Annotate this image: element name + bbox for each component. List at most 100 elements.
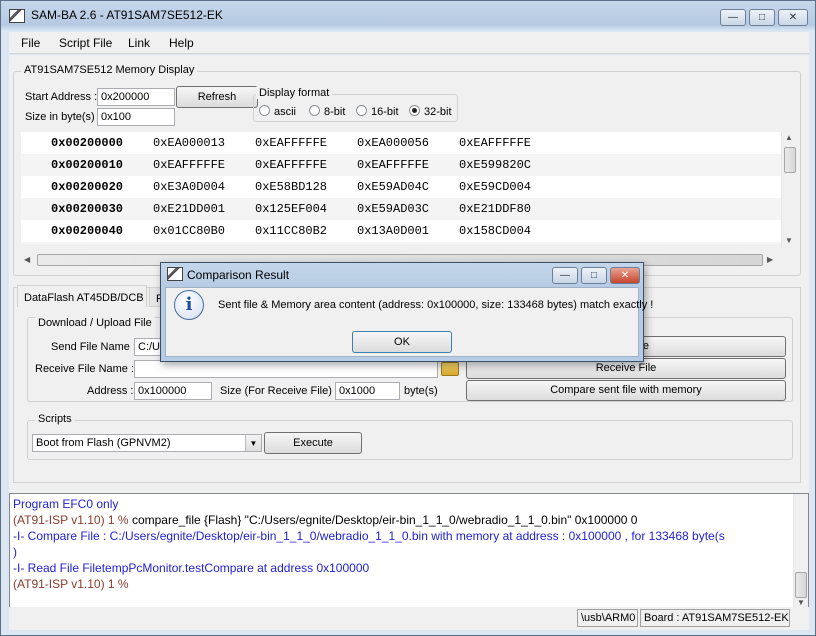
console-output[interactable]: Program EFC0 only (AT91-ISP v1.10) 1 % c…: [9, 493, 809, 611]
memory-row: 0x00200000 0xEA000013 0xEAFFFFFE 0xEA000056…: [21, 132, 781, 154]
minimize-button[interactable]: —: [720, 9, 746, 26]
radio-32bit[interactable]: [409, 105, 420, 116]
menu-script-file[interactable]: Script File: [59, 36, 112, 50]
format-16bit[interactable]: 16-bit: [356, 105, 399, 118]
memory-address: 0x00200000: [51, 136, 124, 150]
memory-cell[interactable]: 0xE59AD04C: [357, 176, 429, 198]
dialog-title: Comparison Result: [187, 268, 290, 282]
dialog-maximize-button[interactable]: □: [581, 267, 607, 284]
format-8bit[interactable]: 8-bit: [309, 105, 345, 118]
memory-address: 0x00200050: [51, 242, 123, 244]
close-button[interactable]: ✕: [778, 9, 808, 26]
memory-row: 0x00200010 0xEAFFFFFE 0xEAFFFFFE 0xEAFFFFFE…: [21, 154, 781, 176]
menu-link[interactable]: Link: [128, 36, 150, 50]
memory-cell[interactable]: 0xEA000013: [153, 132, 225, 154]
dialog-close-button[interactable]: ✕: [610, 267, 640, 284]
memory-display-title: AT91SAM7SE512 Memory Display: [21, 64, 198, 76]
console-line-6: (AT91-ISP v1.10) 1 %: [13, 577, 129, 591]
title-bar: SAM-BA 2.6 - AT91SAM7SE512-EK: [9, 5, 223, 25]
memory-row: 0x00200050 0xE25FF004 0xE10F0000 0xE321F0D1…: [21, 242, 781, 244]
scroll-down-arrow-icon[interactable]: ▼: [785, 236, 793, 245]
scroll-thumb[interactable]: [784, 147, 796, 173]
send-file-label: Send File Name :: [51, 341, 136, 353]
maximize-button[interactable]: □: [749, 9, 775, 26]
memory-cell[interactable]: 0xEAFFFFFE: [255, 154, 327, 176]
memory-cell[interactable]: 0xE21DDF80: [459, 198, 531, 220]
memory-address: 0x00200030: [51, 202, 124, 216]
folder-open-icon[interactable]: [441, 362, 459, 376]
connection-status: \usb\ARM0: [577, 609, 638, 627]
console-scrollbar[interactable]: ▼: [793, 494, 808, 610]
memory-cell[interactable]: 0xE10F0000: [255, 242, 327, 244]
refresh-button[interactable]: Refresh: [176, 86, 258, 108]
memory-address: 0x00200020: [51, 180, 124, 194]
scripts-title: Scripts: [35, 413, 75, 425]
radio-8bit[interactable]: [309, 105, 320, 116]
memory-cell[interactable]: 0xEAFFFFFE: [459, 132, 531, 154]
size-unit-label: byte(s): [404, 385, 438, 397]
menu-file[interactable]: File: [21, 36, 40, 50]
dialog-minimize-button[interactable]: —: [552, 267, 578, 284]
address-label: Address :: [87, 385, 134, 397]
memory-cell[interactable]: 0xEA000056: [357, 132, 429, 154]
scroll-left-arrow-icon[interactable]: ◀: [24, 255, 30, 264]
memory-cell[interactable]: 0xE28F200C: [459, 242, 531, 244]
memory-cell[interactable]: 0xEAFFFFFE: [255, 132, 327, 154]
memory-cell[interactable]: 0xE58BD128: [255, 176, 327, 198]
download-upload-title: Download / Upload File: [35, 317, 155, 329]
menu-help[interactable]: Help: [169, 36, 194, 50]
memory-address: 0x00200040: [51, 224, 124, 238]
format-32bit[interactable]: 32-bit: [409, 105, 452, 118]
memory-cell[interactable]: 0x13A0D001: [357, 220, 429, 242]
console-line-3: -I- Compare File : C:/Users/egnite/Deskt…: [13, 529, 725, 543]
radio-16bit[interactable]: [356, 105, 367, 116]
radio-ascii[interactable]: [259, 105, 270, 116]
board-status: Board : AT91SAM7SE512-EK: [640, 609, 790, 627]
memory-cell[interactable]: 0xE321F0D1: [357, 242, 429, 244]
receive-file-label: Receive File Name :: [35, 363, 135, 375]
start-address-label: Start Address :: [25, 91, 98, 103]
memory-cell[interactable]: 0xE21DD001: [153, 198, 225, 220]
size-label: Size in byte(s) :: [25, 111, 101, 123]
memory-table: 0x00200000 0xEA000013 0xEAFFFFFE 0xEA000056…: [21, 132, 781, 244]
memory-cell[interactable]: 0x01CC80B0: [153, 220, 225, 242]
memory-vertical-scrollbar[interactable]: ▲ ▼: [781, 132, 797, 248]
memory-cell[interactable]: 0xEAFFFFFE: [357, 154, 429, 176]
memory-cell[interactable]: 0xE59CD004: [459, 176, 531, 198]
memory-row: 0x00200020 0xE3A0D004 0xE58BD128 0xE59AD04C…: [21, 176, 781, 198]
address-input[interactable]: 0x100000: [134, 382, 212, 400]
compare-file-button[interactable]: Compare sent file with memory: [466, 380, 786, 401]
scroll-up-arrow-icon[interactable]: ▲: [785, 133, 793, 142]
ok-button[interactable]: OK: [352, 331, 452, 353]
receive-size-input[interactable]: 0x1000: [335, 382, 400, 400]
memory-cell[interactable]: 0xE59AD03C: [357, 198, 429, 220]
memory-cell[interactable]: 0x158CD004: [459, 220, 531, 242]
memory-cell[interactable]: 0xEAFFFFFE: [153, 154, 225, 176]
format-ascii[interactable]: ascii: [259, 105, 296, 118]
memory-address: 0x00200010: [51, 158, 124, 172]
chevron-down-icon[interactable]: ▼: [245, 435, 261, 451]
memory-cell[interactable]: 0xE599820C: [459, 154, 531, 176]
console-line-5: -I- Read File FiletempPcMonitor.testComp…: [13, 561, 370, 575]
size-input[interactable]: 0x100: [97, 108, 175, 126]
scroll-right-arrow-icon[interactable]: ▶: [767, 255, 773, 264]
memory-row: 0x00200040 0x01CC80B0 0x11CC80B2 0x13A0D001…: [21, 220, 781, 242]
memory-cell[interactable]: 0xE25FF004: [153, 242, 225, 244]
execute-button[interactable]: Execute: [264, 432, 362, 454]
memory-cell[interactable]: 0xE3A0D004: [153, 176, 225, 198]
memory-cell[interactable]: 0x11CC80B2: [255, 220, 327, 242]
receive-file-input[interactable]: [134, 360, 438, 378]
console-line-1: Program EFC0 only: [13, 497, 119, 511]
menu-bar: File Script File Link Help: [9, 32, 809, 54]
tab-dataflash[interactable]: DataFlash AT45DB/DCB: [17, 285, 147, 307]
console-scroll-thumb[interactable]: [795, 572, 807, 598]
display-format-title: Display format: [256, 87, 333, 99]
console-scroll-down-icon[interactable]: ▼: [797, 598, 805, 607]
script-select[interactable]: Boot from Flash (GPNVM2) ▼: [32, 434, 262, 452]
console-line-4: ): [13, 545, 17, 559]
app-icon: [9, 8, 25, 23]
memory-row: 0x00200030 0xE21DD001 0x125EF004 0xE59AD03C…: [21, 198, 781, 220]
status-bar: \usb\ARM0 Board : AT91SAM7SE512-EK: [9, 607, 809, 629]
start-address-input[interactable]: 0x200000: [97, 88, 175, 106]
memory-cell[interactable]: 0x125EF004: [255, 198, 327, 220]
